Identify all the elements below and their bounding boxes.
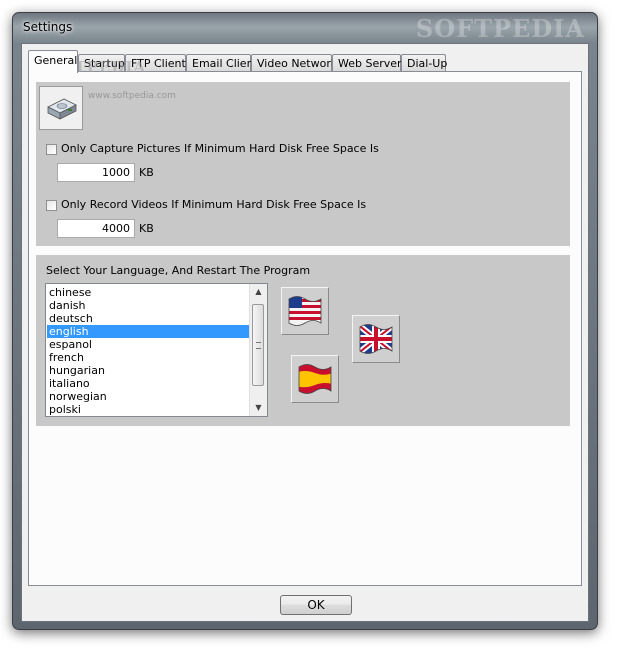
tab-general[interactable]: General <box>28 50 78 73</box>
spain-flag-button[interactable] <box>291 355 339 403</box>
tab-email-client[interactable]: Email Client <box>186 54 258 71</box>
tab-dial-up[interactable]: Dial-Up <box>401 54 447 71</box>
spain-flag-icon <box>298 364 332 394</box>
window-title: Settings <box>23 20 73 34</box>
us-flag-icon <box>288 296 322 326</box>
hard-disk-button[interactable] <box>39 86 83 130</box>
us-flag-button[interactable] <box>281 287 329 335</box>
record-videos-label: Only Record Videos If Minimum Hard Disk … <box>61 198 367 211</box>
record-videos-checkbox[interactable] <box>46 200 57 211</box>
list-item[interactable]: deutsch <box>47 312 250 325</box>
tab-web-server[interactable]: Web Server <box>332 54 402 71</box>
dialog-client-area: General Startup FTP Client Email Client … <box>21 43 589 622</box>
grip-icon <box>256 342 261 349</box>
softpedia-watermark: SOFTPEDIA <box>415 14 585 43</box>
list-item[interactable]: danish <box>47 299 250 312</box>
uk-flag-icon <box>359 324 393 354</box>
scroll-thumb[interactable] <box>252 304 264 386</box>
record-free-space-input[interactable]: 4000 <box>57 219 135 238</box>
scroll-up-arrow-icon[interactable]: ▲ <box>250 284 267 300</box>
list-item[interactable]: french <box>47 351 250 364</box>
list-item[interactable]: italiano <box>47 377 250 390</box>
list-item-selected[interactable]: english <box>47 325 250 338</box>
ok-button[interactable]: OK <box>280 595 352 615</box>
record-unit-label: KB <box>139 222 154 235</box>
capture-free-space-input[interactable]: 1000 <box>57 163 135 182</box>
language-group: Select Your Language, And Restart The Pr… <box>36 255 570 426</box>
softpedia-url-watermark: www.softpedia.com <box>88 91 176 101</box>
capture-pictures-label: Only Capture Pictures If Minimum Hard Di… <box>61 142 379 155</box>
list-item[interactable]: espanol <box>47 338 250 351</box>
scroll-down-arrow-icon[interactable]: ▼ <box>250 400 267 416</box>
capture-unit-label: KB <box>139 166 154 179</box>
tab-video-network[interactable]: Video Network <box>251 54 337 71</box>
language-listbox[interactable]: chinese danish deutsch english espanol f… <box>45 283 268 417</box>
uk-flag-button[interactable] <box>352 315 400 363</box>
general-tab-panel: SOFTPEDIA www.softpedia.com Only Capture… <box>28 58 582 586</box>
list-item[interactable]: polski <box>47 403 250 416</box>
disk-space-group: www.softpedia.com Only Capture Pictures … <box>36 82 570 246</box>
hard-disk-icon <box>47 98 77 120</box>
language-scrollbar[interactable]: ▲ ▼ <box>249 284 267 416</box>
capture-pictures-checkbox[interactable] <box>46 144 57 155</box>
list-item[interactable]: hungarian <box>47 364 250 377</box>
language-heading: Select Your Language, And Restart The Pr… <box>46 264 311 277</box>
list-item[interactable]: norwegian <box>47 390 250 403</box>
settings-window: Settings SOFTPEDIA General Startup FTP C… <box>12 12 598 630</box>
list-item[interactable]: chinese <box>47 286 250 299</box>
title-bar[interactable]: Settings SOFTPEDIA <box>13 13 597 43</box>
